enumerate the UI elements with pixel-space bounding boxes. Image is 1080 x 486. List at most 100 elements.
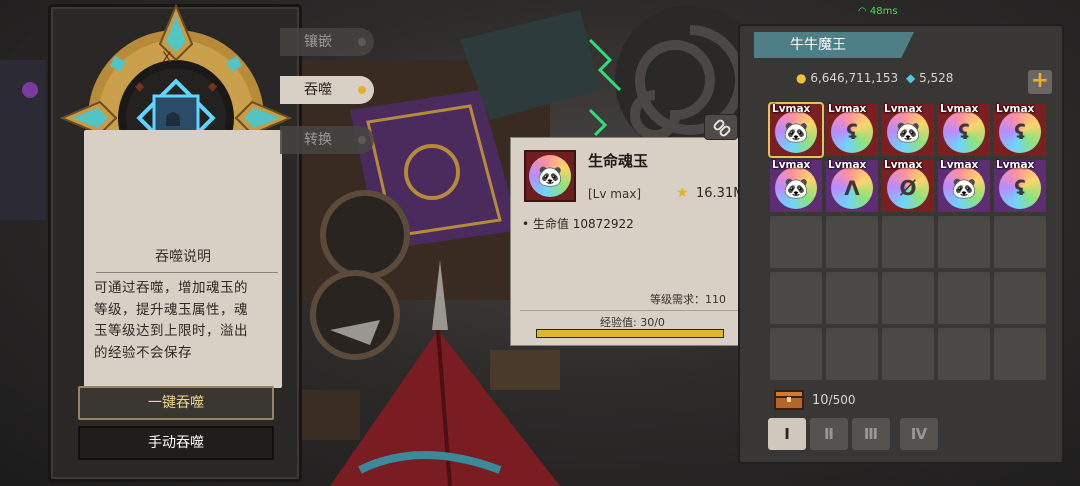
- inventory-slot[interactable]: 🐼 Lvmax: [768, 102, 824, 158]
- chest-icon: [774, 390, 804, 410]
- level-max-badge: Lvmax: [996, 103, 1035, 115]
- wifi-icon: ◠: [858, 6, 867, 17]
- soul-jade-orb: ᐱ: [831, 167, 873, 209]
- soul-jade-glyph-icon: ʢ: [958, 120, 970, 144]
- inventory-slot-empty[interactable]: [882, 272, 934, 324]
- filter-tab-1[interactable]: Ⅰ: [768, 418, 806, 450]
- soul-jade-glyph-icon: 🐼: [783, 120, 809, 144]
- soul-jade-glyph-icon: 🐼: [951, 176, 977, 200]
- inventory-grid: 🐼 Lvmax ʢ Lvmax 🐼 Lvmax ʢ Lvmax ʢ Lvmax 🐼 Lvmax ᐱ Lvm…: [768, 102, 1052, 380]
- network-ping: ◠ 48ms: [858, 6, 898, 17]
- level-max-badge: Lvmax: [884, 159, 923, 171]
- panda-icon: 🐼: [537, 164, 563, 188]
- soul-jade-orb: 🐼: [775, 167, 817, 209]
- inventory-slot-empty[interactable]: [770, 216, 822, 268]
- level-max-badge: Lvmax: [996, 159, 1035, 171]
- star-icon: ★: [676, 185, 689, 201]
- soul-jade-glyph-icon: 🐼: [895, 120, 921, 144]
- inventory-slot[interactable]: Ø Lvmax: [882, 159, 934, 212]
- inventory-slot-empty[interactable]: [770, 328, 822, 380]
- exp-progress-bar: [536, 329, 724, 338]
- soul-jade-orb: 🐼: [775, 111, 817, 153]
- player-name-header: 牛牛魔王: [754, 32, 914, 58]
- inventory-capacity: 10/500: [812, 393, 856, 408]
- gold-currency: ● 6,646,711,153: [796, 71, 899, 85]
- soul-jade-orb: 🐼: [529, 155, 571, 197]
- soul-jade-glyph-icon: ʢ: [1014, 120, 1026, 144]
- inventory-slot-empty[interactable]: [882, 328, 934, 380]
- soul-jade-orb: Ø: [887, 167, 929, 209]
- inventory-slot-empty[interactable]: [938, 216, 990, 268]
- filter-tab-2[interactable]: Ⅱ: [810, 418, 848, 450]
- filter-tab-3[interactable]: Ⅲ: [852, 418, 890, 450]
- tooltip-divider: [520, 310, 742, 311]
- svg-text:◆: ◆: [135, 79, 145, 93]
- devour-description-text: 可通过吞噬，增加魂玉的等级，提升魂玉属性，魂玉等级达到上限时，溢出的经验不会保存: [94, 280, 248, 361]
- inventory-slot-empty[interactable]: [938, 328, 990, 380]
- panda-tier-icon: Ⅳ: [910, 425, 928, 443]
- soul-jade-orb: ʢ: [943, 111, 985, 153]
- soul-jade-glyph-icon: ʢ: [846, 120, 858, 144]
- inventory-slot-empty[interactable]: [994, 272, 1046, 324]
- soul-jade-orb: 🐼: [943, 167, 985, 209]
- inventory-slot-empty[interactable]: [826, 328, 878, 380]
- panda-tier-icon: Ⅱ: [824, 425, 834, 443]
- tab-inlay[interactable]: 镶嵌: [280, 28, 374, 56]
- inventory-slot[interactable]: 🐼 Lvmax: [882, 103, 934, 156]
- link-share-button[interactable]: [704, 114, 738, 140]
- level-max-badge: Lvmax: [940, 103, 979, 115]
- tab-convert[interactable]: 转换: [280, 126, 374, 154]
- one-click-devour-button[interactable]: 一键吞噬: [78, 386, 274, 420]
- level-max-badge: Lvmax: [828, 103, 867, 115]
- inventory-slot[interactable]: ʢ Lvmax: [826, 103, 878, 156]
- gem-currency: ◆ 5,528: [906, 71, 954, 85]
- soul-jade-glyph-icon: ᐱ: [844, 176, 860, 200]
- manual-devour-button[interactable]: 手动吞噬: [78, 426, 274, 460]
- soul-jade-glyph-icon: Ø: [899, 176, 917, 200]
- svg-text:☗: ☗: [164, 107, 182, 131]
- tab-devour[interactable]: 吞噬: [280, 76, 374, 104]
- exp-progress-fill: [537, 330, 723, 337]
- inventory-slot-empty[interactable]: [826, 216, 878, 268]
- soul-jade-orb: ʢ: [999, 111, 1041, 153]
- exp-label: 经验值: 30/0: [600, 316, 665, 329]
- item-level: [Lv max]: [588, 187, 642, 201]
- inventory-slot-empty[interactable]: [882, 216, 934, 268]
- soul-jade-orb: ʢ: [999, 167, 1041, 209]
- level-max-badge: Lvmax: [828, 159, 867, 171]
- inventory-slot[interactable]: ʢ Lvmax: [938, 103, 990, 156]
- item-hp-stat: • 生命值 10872922: [522, 217, 634, 231]
- panda-tier-icon: Ⅰ: [784, 425, 790, 443]
- inventory-slot-empty[interactable]: [770, 272, 822, 324]
- inventory-slot[interactable]: ʢ Lvmax: [994, 159, 1046, 212]
- soul-jade-orb: ʢ: [831, 111, 873, 153]
- level-max-badge: Lvmax: [884, 103, 923, 115]
- level-max-badge: Lvmax: [940, 159, 979, 171]
- svg-text:◆: ◆: [208, 79, 218, 93]
- item-name: 生命魂玉: [588, 152, 649, 170]
- soul-jade-glyph-icon: ʢ: [1014, 176, 1026, 200]
- level-requirement: 等级需求：110: [650, 293, 726, 306]
- level-max-badge: Lvmax: [772, 103, 811, 115]
- soul-jade-glyph-icon: 🐼: [783, 176, 809, 200]
- add-currency-button[interactable]: +: [1028, 70, 1052, 94]
- inventory-slot[interactable]: ʢ Lvmax: [994, 103, 1046, 156]
- devour-description-title: 吞噬说明: [155, 249, 211, 265]
- inventory-slot-empty[interactable]: [994, 216, 1046, 268]
- panda-tier-icon: Ⅲ: [863, 425, 879, 443]
- inventory-slot[interactable]: 🐼 Lvmax: [938, 159, 990, 212]
- inventory-slot-empty[interactable]: [938, 272, 990, 324]
- level-max-badge: Lvmax: [772, 159, 811, 171]
- gold-coin-icon: ●: [796, 71, 807, 85]
- tab-indicator-dot: [358, 136, 366, 144]
- chain-link-icon: [713, 119, 731, 137]
- inventory-slot[interactable]: ᐱ Lvmax: [826, 159, 878, 212]
- inventory-slot-empty[interactable]: [994, 328, 1046, 380]
- soul-jade-orb: 🐼: [887, 111, 929, 153]
- svg-text:X: X: [162, 50, 172, 66]
- inventory-slot-empty[interactable]: [826, 272, 878, 324]
- filter-tab-4[interactable]: Ⅳ: [900, 418, 938, 450]
- item-icon-frame: 🐼: [524, 150, 576, 202]
- tab-indicator-dot: [358, 38, 366, 46]
- inventory-slot[interactable]: 🐼 Lvmax: [770, 159, 822, 212]
